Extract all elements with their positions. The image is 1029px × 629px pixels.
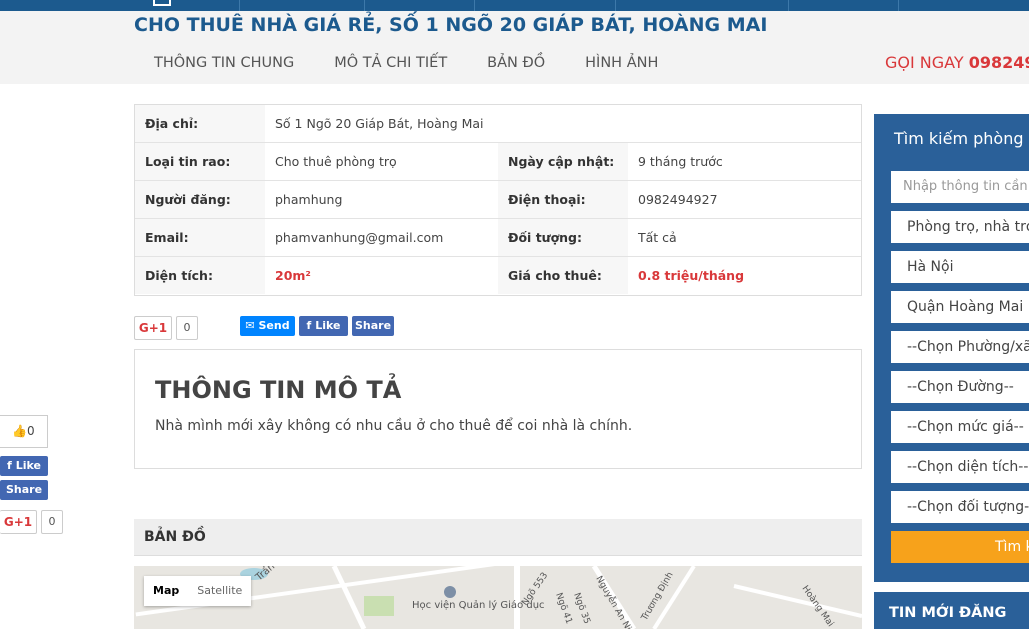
gplus-count: 0 xyxy=(176,316,198,340)
target-value: Tất cả xyxy=(638,230,677,245)
like-label: Like xyxy=(315,319,341,332)
call-now-number: 0982494927 xyxy=(968,53,1029,72)
facebook-share-button[interactable]: Share xyxy=(352,316,394,336)
messenger-icon: ✉ xyxy=(245,319,255,332)
info-row: Địa chỉ: Số 1 Ngõ 20 Giáp Bát, Hoàng Mai xyxy=(135,105,861,143)
target-select[interactable]: --Chọn đối tượng-- xyxy=(891,491,1029,523)
map-type-map-button[interactable]: Map xyxy=(144,576,188,606)
info-row: Người đăng: phamhung Điện thoại: 0982494… xyxy=(135,181,861,219)
school-pin-icon xyxy=(444,586,456,598)
nav-separator xyxy=(239,0,240,11)
search-button[interactable]: Tìm kiếm xyxy=(891,531,1029,563)
area-label: Diện tích: xyxy=(135,257,265,294)
new-posts-heading: TIN MỚI ĐĂNG xyxy=(874,592,1029,629)
gplus-button[interactable]: G+1 xyxy=(134,316,172,340)
nav-separator xyxy=(364,0,365,11)
floating-like-count-value: 0 xyxy=(26,424,35,438)
tab-map[interactable]: BẢN ĐỒ xyxy=(467,41,565,85)
home-icon[interactable] xyxy=(153,0,171,6)
search-input[interactable]: Nhập thông tin cần tìm xyxy=(891,171,1029,203)
price-select[interactable]: --Chọn mức giá-- xyxy=(891,411,1029,443)
tab-detail-description[interactable]: MÔ TẢ CHI TIẾT xyxy=(314,41,467,85)
page-title: CHO THUÊ NHÀ GIÁ RẺ, SỐ 1 NGÕ 20 GIÁP BÁ… xyxy=(134,14,768,36)
listing-header: CHO THUÊ NHÀ GIÁ RẺ, SỐ 1 NGÕ 20 GIÁP BÁ… xyxy=(0,11,1029,84)
info-row: Email: phamvanhung@gmail.com Đối tượng: … xyxy=(135,219,861,257)
nav-separator xyxy=(615,0,616,11)
phone-label: Điện thoại: xyxy=(498,181,628,218)
call-now-label: GỌI NGAY xyxy=(885,53,964,72)
address-value: Số 1 Ngõ 20 Giáp Bát, Hoàng Mai xyxy=(275,116,484,131)
address-label: Địa chỉ: xyxy=(135,105,265,142)
facebook-like-button[interactable]: f Like xyxy=(299,316,348,336)
category-select[interactable]: Phòng trọ, nhà trọ xyxy=(891,211,1029,243)
type-value: Cho thuê phòng trọ xyxy=(275,154,397,169)
nav-separator xyxy=(788,0,789,11)
info-row: Diện tích: 20m² Giá cho thuê: 0.8 triệu/… xyxy=(135,257,861,295)
email-value: phamvanhung@gmail.com xyxy=(275,230,444,245)
updated-label: Ngày cập nhật: xyxy=(498,143,628,180)
street-select[interactable]: --Chọn Đường-- xyxy=(891,371,1029,403)
price-label: Giá cho thuê: xyxy=(498,257,628,294)
map-view[interactable]: Trần Điền Học viện Quản lý Giáo dục Ngõ … xyxy=(134,566,862,629)
phone-value: 0982494927 xyxy=(638,192,718,207)
listing-info-table: Địa chỉ: Số 1 Ngõ 20 Giáp Bát, Hoàng Mai… xyxy=(134,104,862,296)
send-label: Send xyxy=(258,319,290,332)
map-type-control: Map Satellite xyxy=(144,576,252,606)
floating-like-label: Like xyxy=(15,459,41,472)
map-heading: BẢN ĐỒ xyxy=(134,519,862,556)
nav-separator xyxy=(474,0,475,11)
search-sidebar-title: Tìm kiếm phòng trọ xyxy=(894,129,1029,148)
top-nav-bar xyxy=(0,0,1029,11)
floating-facebook-like-button[interactable]: f Like xyxy=(0,456,48,476)
tab-general-info[interactable]: THÔNG TIN CHUNG xyxy=(134,41,314,85)
tab-images[interactable]: HÌNH ẢNH xyxy=(565,41,678,85)
floating-gplus-count: 0 xyxy=(41,510,63,534)
section-tabs: THÔNG TIN CHUNG MÔ TẢ CHI TIẾT BẢN ĐỒ HÌ… xyxy=(134,41,678,85)
area-select[interactable]: --Chọn diện tích-- xyxy=(891,451,1029,483)
price-value: 0.8 triệu/tháng xyxy=(638,268,745,283)
updated-value: 9 tháng trước xyxy=(638,154,723,169)
facebook-icon: f xyxy=(306,319,312,332)
thumbs-up-icon: 👍 xyxy=(12,424,27,438)
info-row: Loại tin rao: Cho thuê phòng trọ Ngày cậ… xyxy=(135,143,861,181)
poster-value: phamhung xyxy=(275,192,343,207)
type-label: Loại tin rao: xyxy=(135,143,265,180)
call-now-link[interactable]: GỌI NGAY 0982494927 xyxy=(885,41,1029,85)
floating-like-count[interactable]: 👍0 xyxy=(0,415,48,448)
description-heading: THÔNG TIN MÔ TẢ xyxy=(155,376,402,404)
email-label: Email: xyxy=(135,219,265,256)
city-select[interactable]: Hà Nội xyxy=(891,251,1029,283)
description-text: Nhà mình mới xây không có nhu cầu ở cho … xyxy=(155,418,633,434)
description-panel: THÔNG TIN MÔ TẢ Nhà mình mới xây không c… xyxy=(134,349,862,469)
floating-facebook-share-button[interactable]: Share xyxy=(0,480,48,500)
nav-separator xyxy=(898,0,899,11)
floating-gplus-button[interactable]: G+1 xyxy=(0,510,37,534)
map-type-satellite-button[interactable]: Satellite xyxy=(188,576,251,606)
target-label: Đối tượng: xyxy=(498,219,628,256)
search-sidebar: Tìm kiếm phòng trọ Nhập thông tin cần tì… xyxy=(874,114,1029,582)
messenger-send-button[interactable]: ✉ Send xyxy=(240,316,295,336)
facebook-icon: f xyxy=(7,459,12,472)
area-value: 20m² xyxy=(275,268,311,283)
ward-select[interactable]: --Chọn Phường/xã-- xyxy=(891,331,1029,363)
poster-label: Người đăng: xyxy=(135,181,265,218)
district-select[interactable]: Quận Hoàng Mai xyxy=(891,291,1029,323)
